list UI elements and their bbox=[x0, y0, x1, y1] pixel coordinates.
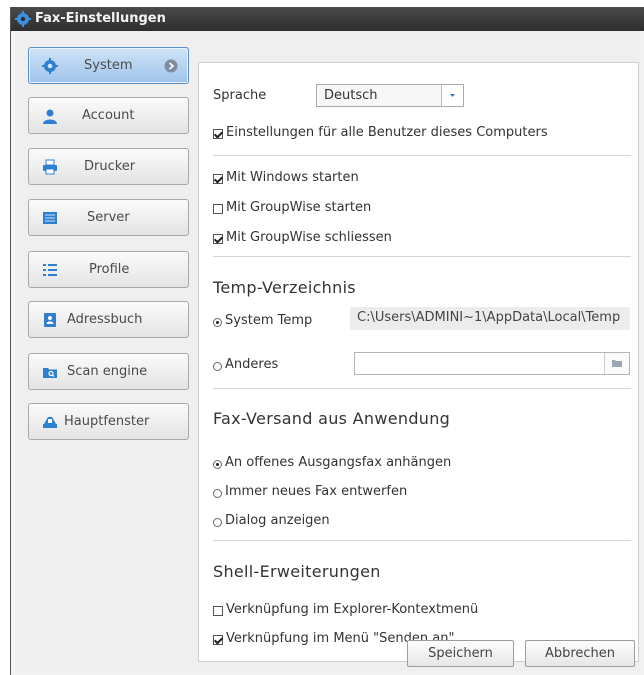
folder-scan-icon bbox=[43, 368, 57, 378]
browse-folder-button[interactable] bbox=[604, 353, 629, 374]
divider bbox=[213, 388, 631, 389]
title-bar: Fax-Einstellungen bbox=[11, 7, 644, 31]
language-label: Sprache bbox=[213, 88, 267, 103]
nav-addressbook-button[interactable]: Adressbuch bbox=[28, 301, 189, 338]
nav-label: Hauptfenster bbox=[64, 414, 150, 429]
fax-send-heading: Fax-Versand aus Anwendung bbox=[213, 409, 451, 428]
cancel-button[interactable]: Abbrechen bbox=[525, 640, 635, 667]
nav-system-button[interactable]: System bbox=[28, 47, 189, 84]
close-with-groupwise-checkbox[interactable] bbox=[213, 234, 223, 244]
divider bbox=[213, 256, 631, 257]
nav-label: Adressbuch bbox=[67, 312, 143, 327]
close-with-groupwise-label: Mit GroupWise schliessen bbox=[226, 230, 392, 245]
server-icon bbox=[43, 212, 57, 224]
all-users-label: Einstellungen für alle Benutzer dieses C… bbox=[226, 125, 548, 140]
shell-extensions-heading: Shell-Erweiterungen bbox=[213, 562, 381, 581]
list-icon bbox=[43, 264, 57, 276]
show-dialog-radio[interactable] bbox=[213, 518, 222, 527]
attach-to-open-fax-radio[interactable] bbox=[213, 460, 222, 469]
chevron-right-icon bbox=[164, 59, 178, 73]
dropdown-button[interactable] bbox=[441, 85, 463, 106]
chevron-down-icon bbox=[450, 94, 455, 97]
divider bbox=[213, 540, 631, 541]
always-new-fax-radio[interactable] bbox=[213, 489, 222, 498]
system-temp-label: System Temp bbox=[225, 313, 313, 328]
nav-label: Account bbox=[82, 108, 135, 123]
system-temp-radio[interactable] bbox=[213, 318, 222, 327]
nav-printer-button[interactable]: Drucker bbox=[28, 148, 189, 185]
nav-profile-button[interactable]: Profile bbox=[28, 251, 189, 288]
always-new-fax-label: Immer neues Fax entwerfen bbox=[225, 484, 408, 499]
system-settings-panel: Sprache Deutsch Einstellungen für alle B… bbox=[198, 62, 639, 662]
nav-label: Server bbox=[87, 210, 130, 225]
system-temp-path-field: C:\Users\ADMINI~1\AppData\Local\Temp bbox=[350, 307, 630, 330]
temp-directory-heading: Temp-Verzeichnis bbox=[213, 278, 356, 297]
nav-main-window-button[interactable]: Hauptfenster bbox=[28, 403, 189, 440]
fax-settings-window: Fax-Einstellungen System Account Drucker… bbox=[10, 7, 644, 675]
all-users-checkbox[interactable] bbox=[213, 129, 223, 139]
other-temp-label: Anderes bbox=[225, 357, 279, 372]
attach-to-open-fax-label: An offenes Ausgangsfax anhängen bbox=[225, 455, 452, 470]
other-temp-path-input[interactable] bbox=[354, 352, 630, 375]
nav-label: Scan engine bbox=[67, 364, 148, 379]
dialog-body: System Account Drucker Server Profile Ad… bbox=[15, 31, 640, 671]
folder-icon bbox=[612, 360, 622, 367]
show-dialog-label: Dialog anzeigen bbox=[225, 513, 330, 528]
user-icon bbox=[43, 109, 57, 124]
nav-scan-engine-button[interactable]: Scan engine bbox=[28, 353, 189, 390]
address-book-icon bbox=[44, 313, 56, 327]
start-with-groupwise-checkbox[interactable] bbox=[213, 204, 223, 214]
nav-account-button[interactable]: Account bbox=[28, 97, 189, 134]
nav-label: Drucker bbox=[84, 159, 136, 174]
nav-label: System bbox=[84, 58, 133, 73]
other-temp-radio[interactable] bbox=[213, 362, 222, 371]
start-with-groupwise-label: Mit GroupWise starten bbox=[226, 200, 372, 215]
explorer-context-checkbox[interactable] bbox=[213, 606, 223, 616]
nav-label: Profile bbox=[89, 262, 130, 277]
gear-icon bbox=[42, 58, 58, 74]
main-window-icon bbox=[43, 417, 57, 428]
gear-icon bbox=[15, 11, 31, 27]
send-to-checkbox[interactable] bbox=[213, 635, 223, 645]
start-with-windows-label: Mit Windows starten bbox=[226, 170, 359, 185]
language-value: Deutsch bbox=[324, 88, 378, 103]
system-temp-path: C:\Users\ADMINI~1\AppData\Local\Temp bbox=[357, 310, 621, 325]
window-title: Fax-Einstellungen bbox=[35, 11, 166, 26]
start-with-windows-checkbox[interactable] bbox=[213, 174, 223, 184]
language-select[interactable]: Deutsch bbox=[316, 84, 464, 107]
explorer-context-label: Verknüpfung im Explorer-Kontextmenü bbox=[226, 602, 479, 617]
save-button[interactable]: Speichern bbox=[407, 640, 514, 667]
nav-server-button[interactable]: Server bbox=[28, 199, 189, 236]
printer-icon bbox=[43, 159, 57, 175]
divider bbox=[213, 155, 631, 156]
